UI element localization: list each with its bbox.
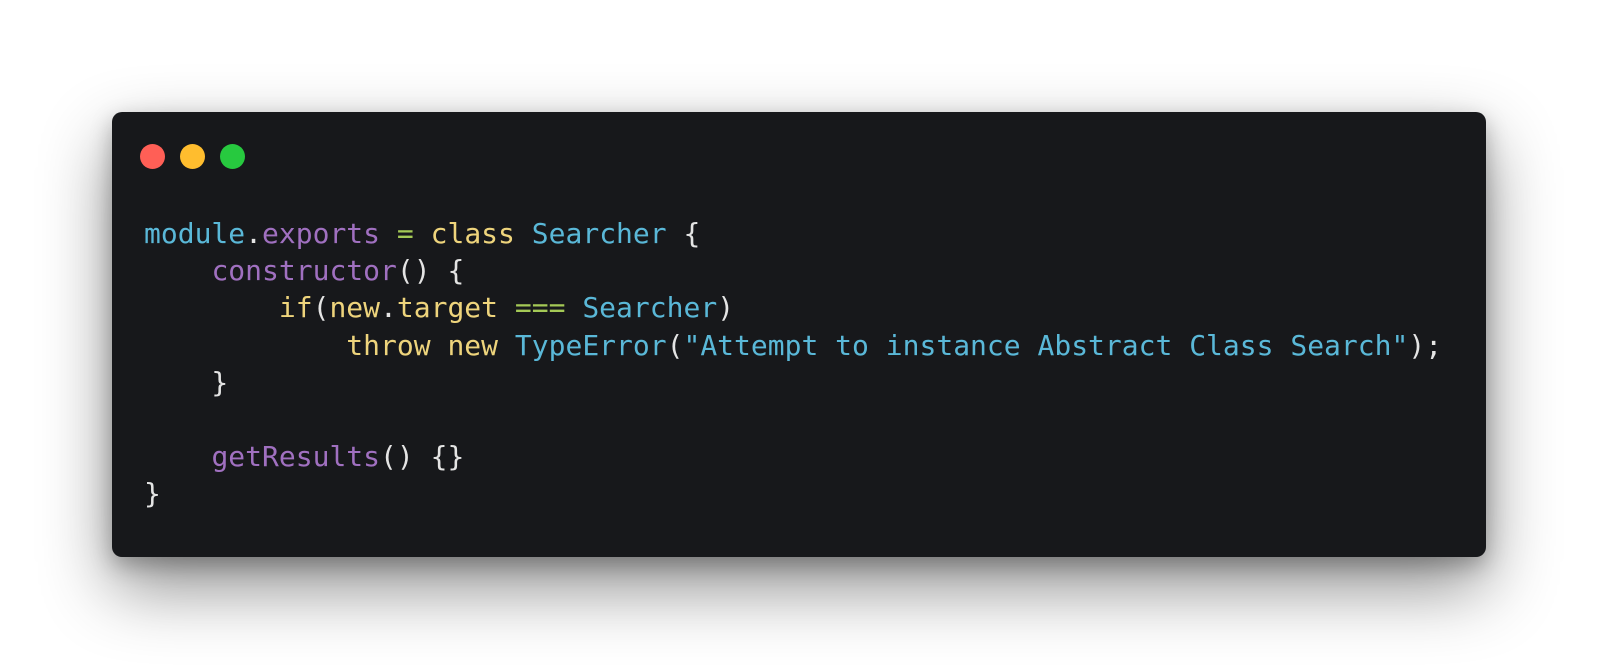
code-token: ) <box>717 291 735 325</box>
code-token: Searcher <box>582 291 718 325</box>
code-token: = <box>396 217 414 250</box>
code-token: } <box>144 365 229 399</box>
code-line: constructor() { <box>144 252 1442 289</box>
code-window: module.exports = class Searcher { constr… <box>112 112 1486 557</box>
code-token: "Attempt to instance Abstract Class Sear… <box>683 328 1409 362</box>
code-token: class <box>430 217 515 250</box>
code-token: ( <box>666 328 684 362</box>
code-line: if(new.target === Searcher) <box>144 289 1442 326</box>
code-token: new <box>447 328 499 362</box>
code-line: throw new TypeError("Attempt to instance… <box>144 327 1442 364</box>
code-token: module <box>144 217 246 250</box>
code-line: } <box>144 364 1442 401</box>
code-line: } <box>144 475 1442 512</box>
code-block: module.exports = class Searcher { constr… <box>144 215 1442 513</box>
code-token: === <box>514 291 566 325</box>
code-token: exports <box>262 217 381 250</box>
code-token: throw <box>346 328 431 362</box>
code-token: } <box>144 477 161 511</box>
code-line: getResults() {} <box>144 438 1442 475</box>
code-token: () { <box>396 254 465 288</box>
code-token: Searcher <box>531 217 667 250</box>
code-token: . <box>380 291 397 325</box>
code-token: if <box>278 291 313 325</box>
code-token: new <box>329 291 381 325</box>
code-line: module.exports = class Searcher { <box>144 215 1442 252</box>
code-token: TypeError <box>514 328 667 362</box>
window-controls <box>140 144 245 169</box>
code-token: () {} <box>380 440 465 474</box>
code-token: getResults <box>211 440 381 474</box>
code-token: { <box>666 217 701 250</box>
minimize-button[interactable] <box>180 144 205 169</box>
code-token: . <box>245 217 263 250</box>
close-button[interactable] <box>140 144 165 169</box>
maximize-button[interactable] <box>220 144 245 169</box>
code-token: ); <box>1408 328 1443 362</box>
code-token: target <box>396 291 499 325</box>
code-token: constructor <box>211 254 397 288</box>
code-token: ( <box>312 291 330 325</box>
